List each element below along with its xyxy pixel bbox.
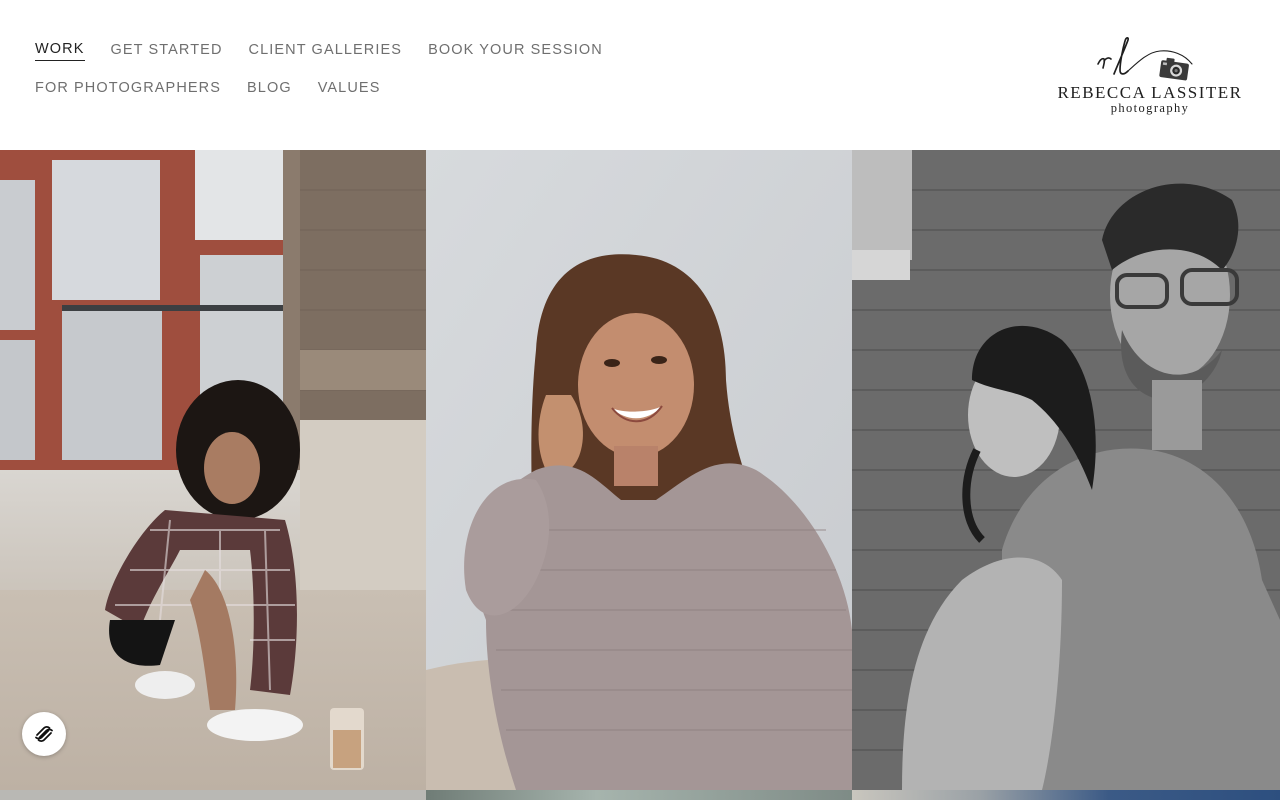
squarespace-logo-icon bbox=[35, 725, 53, 743]
nav-row-1: WORK GET STARTED CLIENT GALLERIES BOOK Y… bbox=[35, 40, 655, 61]
main-navigation: WORK GET STARTED CLIENT GALLERIES BOOK Y… bbox=[35, 40, 655, 98]
nav-link-values[interactable]: VALUES bbox=[318, 79, 381, 97]
squarespace-logo-badge[interactable] bbox=[22, 712, 66, 756]
camera-icon bbox=[1159, 57, 1189, 81]
logo-monogram-camera-icon bbox=[1097, 37, 1193, 81]
gallery-photo-woman-smiling[interactable] bbox=[426, 150, 852, 790]
nav-link-blog[interactable]: BLOG bbox=[247, 79, 292, 97]
nav-link-book-your-session[interactable]: BOOK YOUR SESSION bbox=[428, 41, 603, 59]
gallery-photo-row2-3[interactable] bbox=[852, 790, 1280, 800]
logo-subtitle: photography bbox=[1110, 101, 1190, 115]
gallery-photo-couple-bw[interactable] bbox=[852, 150, 1280, 790]
nav-row-2: FOR PHOTOGRAPHERS BLOG VALUES bbox=[35, 78, 655, 98]
site-logo[interactable]: REBECCA LASSITER photography bbox=[1050, 34, 1250, 120]
gallery-photo-row2-1[interactable] bbox=[0, 790, 426, 800]
site-header: WORK GET STARTED CLIENT GALLERIES BOOK Y… bbox=[0, 0, 1280, 150]
gallery-photo-row2-2[interactable] bbox=[426, 790, 852, 800]
nav-link-client-galleries[interactable]: CLIENT GALLERIES bbox=[249, 41, 403, 59]
nav-link-get-started[interactable]: GET STARTED bbox=[111, 41, 223, 59]
nav-link-work[interactable]: WORK bbox=[35, 40, 85, 61]
nav-link-for-photographers[interactable]: FOR PHOTOGRAPHERS bbox=[35, 79, 221, 97]
gallery-photo-girl-crouching[interactable] bbox=[0, 150, 426, 790]
logo-name: REBECCA LASSITER bbox=[1057, 83, 1243, 102]
photo-gallery bbox=[0, 150, 1280, 800]
